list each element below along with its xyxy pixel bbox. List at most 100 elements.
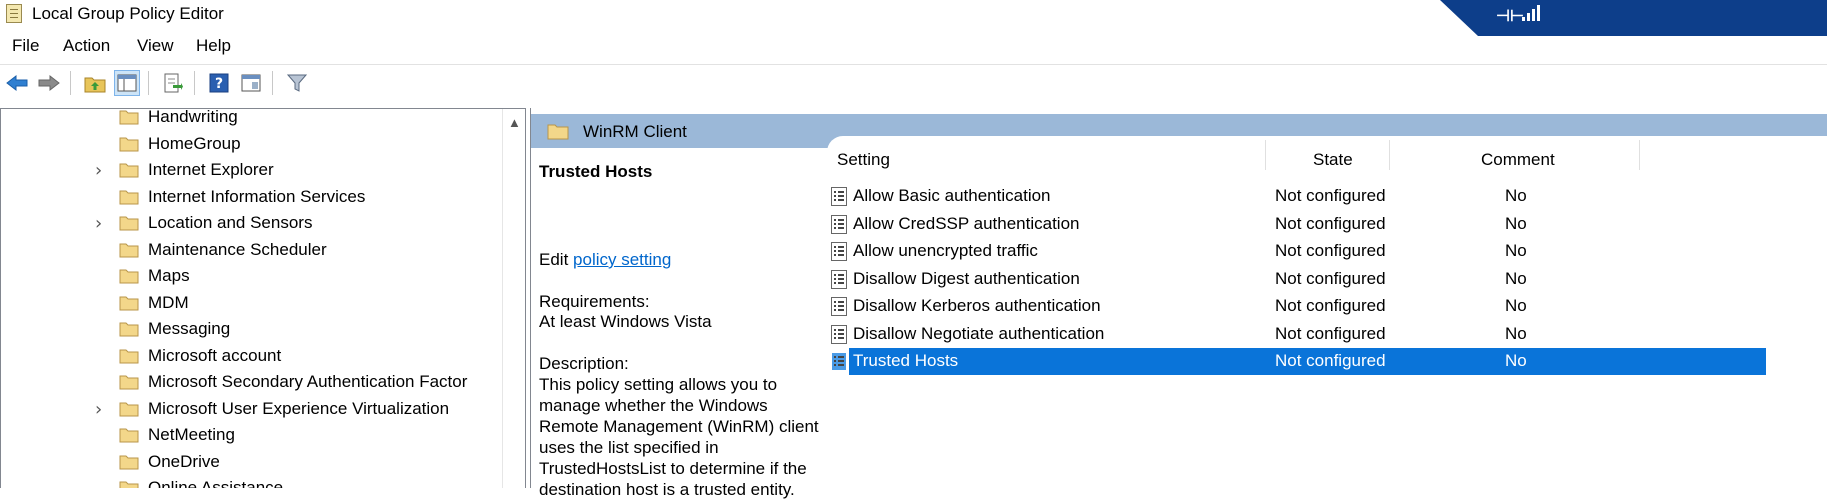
tree-node-label: Microsoft User Experience Virtualization <box>148 398 450 418</box>
tree-node[interactable]: Online Assistance <box>1 476 491 488</box>
show-hide-tree-icon[interactable] <box>114 70 140 96</box>
tree-node[interactable]: Microsoft account <box>1 344 491 370</box>
tree-node-label: Location and Sensors <box>148 213 313 232</box>
help-icon[interactable]: ? <box>206 70 232 96</box>
tree-node[interactable]: Handwriting <box>1 108 491 131</box>
policy-setting-icon <box>831 242 847 261</box>
policy-setting-icon <box>831 297 847 316</box>
edit-prefix: Edit <box>539 250 574 269</box>
setting-name: Allow unencrypted traffic <box>853 241 1038 260</box>
setting-state: Not configured <box>1275 268 1386 288</box>
settings-list[interactable]: Setting State Comment Allow Basic authen… <box>827 136 1827 488</box>
column-divider[interactable] <box>1639 140 1640 170</box>
tree-node[interactable]: › Internet Explorer <box>1 158 491 184</box>
policy-setting-icon <box>831 352 847 371</box>
setting-name: Allow CredSSP authentication <box>853 213 1080 233</box>
expand-chevron-icon[interactable]: › <box>95 160 102 181</box>
column-header-state[interactable]: State <box>1313 150 1353 170</box>
setting-row[interactable]: Trusted Hosts Not configured No <box>827 348 1827 375</box>
tree-node[interactable]: NetMeeting <box>1 423 491 449</box>
tree-node-label: Maps <box>148 266 190 285</box>
tree-node[interactable]: Messaging <box>1 317 491 343</box>
setting-state: Not configured <box>1275 241 1386 260</box>
up-folder-icon[interactable] <box>82 70 108 96</box>
requirements-label: Requirements: <box>539 292 650 311</box>
tree-node[interactable]: › Location and Sensors <box>1 211 491 237</box>
tree-node-label: MDM <box>148 292 189 312</box>
edit-line: Edit policy setting <box>539 250 671 270</box>
setting-row[interactable]: Allow unencrypted traffic Not configured N… <box>827 238 1827 265</box>
folder-icon <box>119 296 139 310</box>
setting-row[interactable]: Allow CredSSP authentication Not configur… <box>827 211 1827 238</box>
filter-icon[interactable] <box>284 70 310 96</box>
pin-icon[interactable]: ⊣⊢ <box>1496 6 1524 26</box>
tree-node[interactable]: OneDrive <box>1 450 491 476</box>
tree-node-label: Internet Explorer <box>148 160 274 179</box>
setting-comment: No <box>1505 351 1527 370</box>
folder-icon <box>119 269 139 284</box>
export-list-icon[interactable] <box>160 70 186 96</box>
connection-signal-icon <box>1522 5 1540 21</box>
tree-node-label: Handwriting <box>148 108 238 126</box>
setting-name: Allow Basic authentication <box>853 186 1051 205</box>
tree-node[interactable]: Maintenance Scheduler <box>1 238 491 264</box>
column-divider[interactable] <box>1265 140 1266 170</box>
menu-action[interactable]: Action <box>63 36 110 56</box>
tree-node-label: Internet Information Services <box>148 186 366 206</box>
column-header-comment[interactable]: Comment <box>1481 150 1555 170</box>
forward-icon[interactable] <box>36 70 62 96</box>
column-divider[interactable] <box>1389 140 1390 170</box>
extended-description: Trusted Hosts Edit policy setting Requir… <box>539 152 829 499</box>
setting-name: Trusted Hosts <box>853 351 959 370</box>
window-title: Local Group Policy Editor <box>32 4 224 23</box>
toolbar-separator <box>70 71 71 95</box>
tree-node[interactable]: Maps <box>1 264 491 290</box>
setting-row[interactable]: Disallow Negotiate authentication Not con… <box>827 321 1827 348</box>
tree-node-label: Online Assistance <box>148 478 284 488</box>
console-tree[interactable]: Handwriting HomeGroup › Internet Explorer In… <box>0 108 526 488</box>
setting-state: Not configured <box>1275 296 1386 315</box>
description-text: This policy setting allows you to manage… <box>539 375 819 499</box>
setting-row[interactable]: Disallow Digest authentication Not config… <box>827 266 1827 293</box>
folder-icon <box>119 137 139 151</box>
scroll-up-icon[interactable]: ▲ <box>508 115 521 130</box>
menu-file[interactable]: File <box>12 36 39 56</box>
folder-icon <box>119 322 139 337</box>
folder-icon <box>119 216 139 231</box>
expand-chevron-icon[interactable]: › <box>95 213 102 234</box>
folder-icon <box>119 481 139 488</box>
tree-node[interactable]: › Microsoft User Experience Virtualizatio… <box>1 397 491 423</box>
folder-icon <box>119 349 139 363</box>
svg-text:?: ? <box>215 76 223 92</box>
setting-name: Disallow Negotiate authentication <box>853 323 1105 343</box>
policy-setting-icon <box>831 187 847 206</box>
setting-comment: No <box>1505 186 1527 205</box>
tree-node[interactable]: MDM <box>1 291 491 317</box>
properties-icon[interactable] <box>238 70 264 96</box>
policy-setting-icon <box>831 269 847 289</box>
node-title: WinRM Client <box>583 122 687 141</box>
tree-node[interactable]: Microsoft Secondary Authentication Facto… <box>1 370 491 396</box>
setting-row[interactable]: Disallow Kerberos authentication Not conf… <box>827 293 1827 320</box>
setting-name: Disallow Digest authentication <box>853 268 1080 288</box>
setting-state: Not configured <box>1275 323 1386 343</box>
policy-setting-link[interactable]: policy setting <box>573 250 671 269</box>
tree-node-label: Messaging <box>148 319 231 338</box>
details-pane: WinRM Client Trusted Hosts Edit policy s… <box>530 108 1827 499</box>
policy-setting-icon <box>831 324 847 344</box>
menu-view[interactable]: View <box>137 36 174 56</box>
remote-desktop-bar[interactable]: ⊣⊢ <box>1440 0 1827 36</box>
folder-icon <box>119 402 139 416</box>
expand-chevron-icon[interactable]: › <box>95 399 102 420</box>
setting-row[interactable]: Allow Basic authentication Not configured… <box>827 183 1827 210</box>
toolbar-separator <box>272 71 273 95</box>
toolbar-separator <box>148 71 149 95</box>
column-header-setting[interactable]: Setting <box>837 150 890 170</box>
menu-help[interactable]: Help <box>196 36 231 56</box>
back-icon[interactable] <box>4 70 30 96</box>
tree-scrollbar[interactable]: ▲ <box>502 109 525 488</box>
tree-node[interactable]: Internet Information Services <box>1 185 491 211</box>
folder-icon <box>119 455 139 469</box>
setting-comment: No <box>1505 241 1527 260</box>
tree-node[interactable]: HomeGroup <box>1 132 491 158</box>
